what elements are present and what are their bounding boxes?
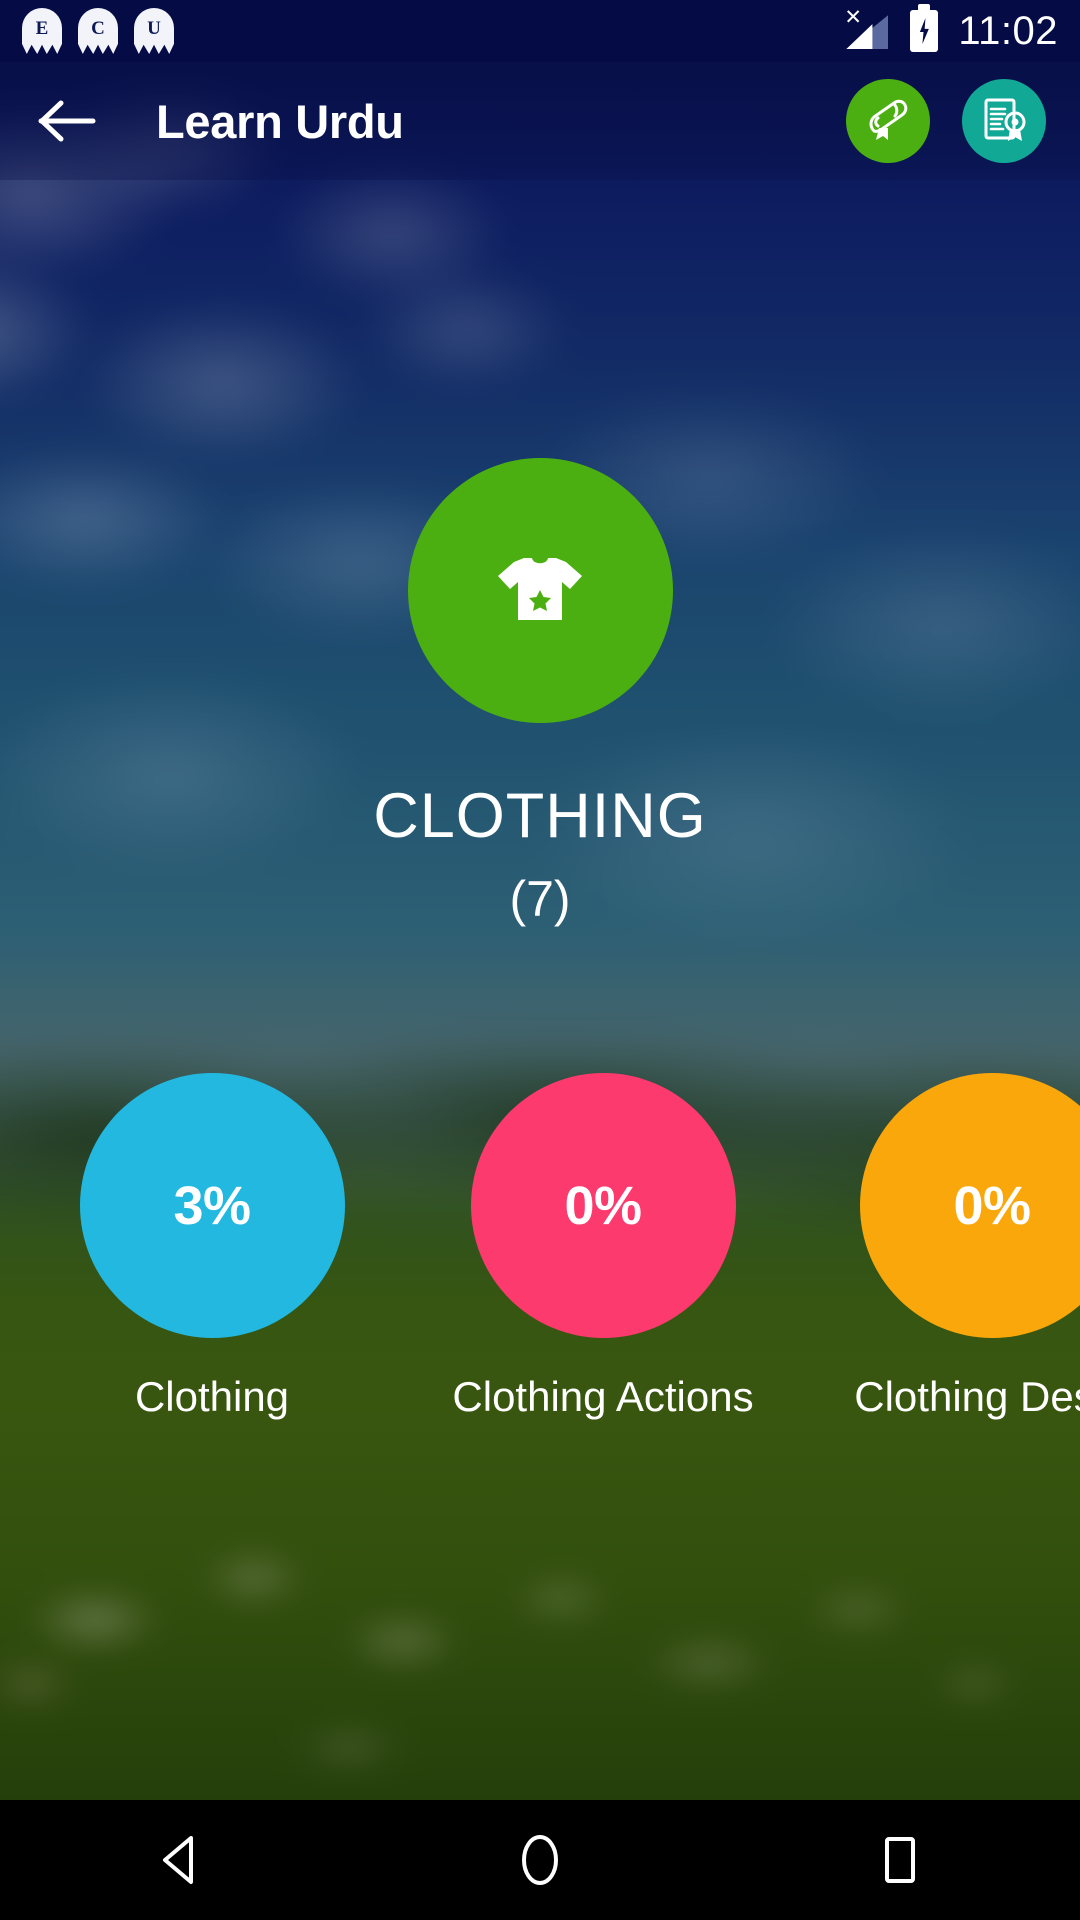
back-arrow-icon[interactable] <box>30 84 104 158</box>
battery-bolt-shape <box>919 18 929 44</box>
certificate-button[interactable] <box>962 79 1046 163</box>
category-item-clothing[interactable]: 3% Clothing <box>52 1073 372 1420</box>
hero-section: CLOTHING (7) <box>0 180 1080 924</box>
category-percent: 0% <box>953 1175 1031 1236</box>
category-label: Clothing Actions <box>452 1373 754 1420</box>
page-title: Learn Urdu <box>156 94 404 148</box>
main-content: CLOTHING (7) 3% Clothing 0% Clothing Act… <box>0 180 1080 1800</box>
category-progress-circle[interactable]: 0% <box>859 1073 1080 1338</box>
nav-back-triangle-icon[interactable] <box>90 1800 270 1920</box>
category-label: Clothing Descr <box>854 1373 1080 1420</box>
battery-charging-icon <box>910 4 939 52</box>
category-item-clothing-description[interactable]: 0% Clothing Descr <box>832 1073 1080 1420</box>
category-item-clothing-actions[interactable]: 0% Clothing Actions <box>443 1073 763 1420</box>
notification-badge-letter: U <box>147 18 161 39</box>
notification-badge-letter: E <box>35 18 49 39</box>
certificate-icon <box>980 95 1028 148</box>
diploma-button[interactable] <box>846 79 930 163</box>
hero-category-icon-circle[interactable] <box>407 458 673 723</box>
android-navigation-bar <box>0 1800 1080 1920</box>
category-percent: 0% <box>564 1175 642 1236</box>
status-bar-notifications: E C U <box>22 8 174 54</box>
category-percent: 3% <box>173 1175 251 1236</box>
app-bar: Learn Urdu <box>0 62 1080 180</box>
nav-recents-square-icon[interactable] <box>810 1800 990 1920</box>
status-bar: E C U ✕ 11:02 <box>0 0 1080 62</box>
hero-title: CLOTHING <box>373 781 707 851</box>
diploma-scroll-icon <box>864 95 912 148</box>
phone-screen: E C U ✕ 11:02 Learn Urdu CLOTHING (7) 3%… <box>0 0 1080 1920</box>
category-progress-row: 3% Clothing 0% Clothing Actions 0% Cloth… <box>0 1073 1080 1473</box>
status-bar-clock: 11:02 <box>958 9 1058 53</box>
notification-badge-letter: C <box>91 18 105 39</box>
notification-badge-icon: C <box>78 8 118 54</box>
signal-x-mark: ✕ <box>844 6 862 29</box>
status-bar-system-icons: ✕ 11:02 <box>844 4 1058 53</box>
notification-badge-icon: E <box>22 8 62 54</box>
tshirt-star-icon <box>484 532 596 649</box>
category-progress-circle[interactable]: 0% <box>470 1073 736 1338</box>
app-bar-actions <box>846 79 1050 163</box>
hero-count: (7) <box>509 871 571 927</box>
nav-home-circle-icon[interactable] <box>450 1800 630 1920</box>
no-signal-icon: ✕ <box>844 6 890 53</box>
notification-badge-icon: U <box>134 8 174 54</box>
category-label: Clothing <box>134 1373 290 1420</box>
category-progress-circle[interactable]: 3% <box>79 1073 345 1338</box>
